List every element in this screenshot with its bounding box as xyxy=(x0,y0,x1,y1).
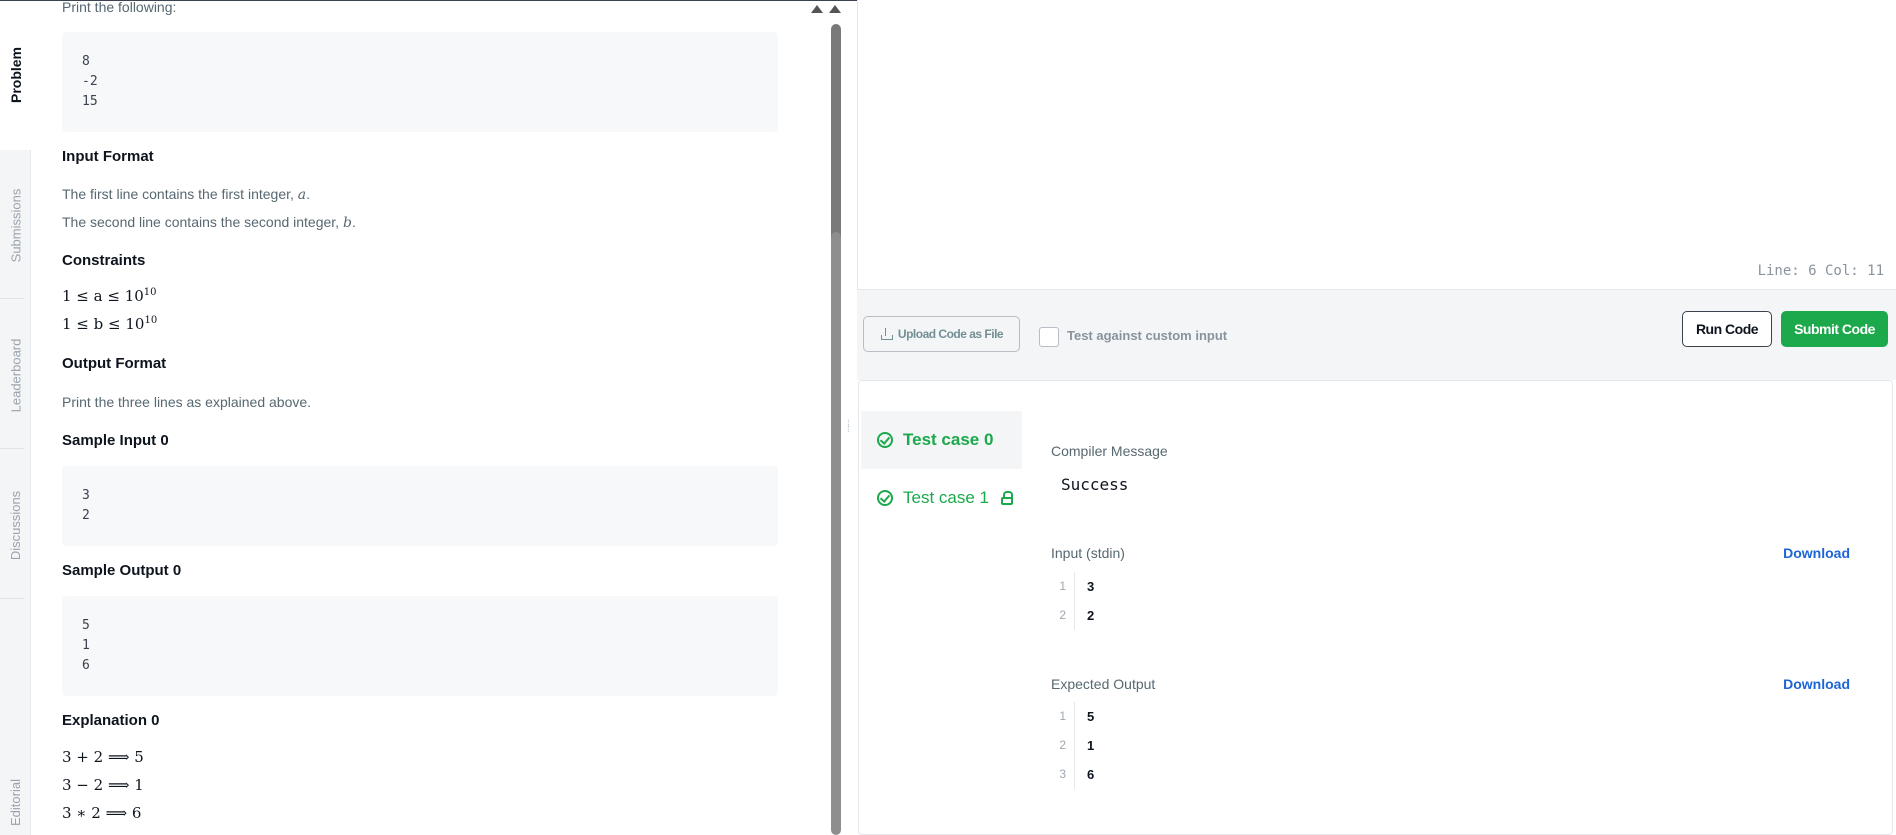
io-line: 22 xyxy=(1051,601,1851,630)
code-line: 2 xyxy=(82,508,90,523)
code-editor[interactable]: Line: 6 Col: 11 xyxy=(857,0,1896,290)
line-number: 2 xyxy=(1051,731,1075,760)
tab-submissions-label: Submissions xyxy=(8,188,24,262)
constraint-a: 1 ≤ a ≤ 1010 xyxy=(62,287,157,305)
input-stdin-label: Input (stdin) xyxy=(1051,545,1125,561)
code-line: 8 xyxy=(82,54,90,69)
line-number: 2 xyxy=(1051,601,1075,630)
sample-output-heading: Sample Output 0 xyxy=(62,562,182,579)
sample-input-heading: Sample Input 0 xyxy=(62,432,169,449)
output-format-text: Print the three lines as explained above… xyxy=(62,394,312,410)
resize-handle[interactable]: ⁞ ⁞ xyxy=(847,420,853,452)
tab-submissions[interactable]: Submissions xyxy=(0,150,31,300)
input-format-heading: Input Format xyxy=(62,148,154,165)
line-value: 5 xyxy=(1087,709,1095,724)
input-stdin-block: 13 22 xyxy=(1051,572,1851,630)
expected-output-block: 15 21 36 xyxy=(1051,702,1851,789)
scrollbar-thumb[interactable] xyxy=(831,232,841,835)
editor-toolbar: Upload Code as File Test against custom … xyxy=(857,290,1896,380)
code-line: 5 xyxy=(82,618,90,633)
upload-code-button[interactable]: Upload Code as File xyxy=(863,316,1020,352)
expected-output-label: Expected Output xyxy=(1051,676,1156,692)
input-format-line1: The first line contains the first intege… xyxy=(62,186,311,203)
tab-editorial-label: Editorial xyxy=(8,779,23,826)
code-line: 1 xyxy=(82,638,90,653)
explanation-line: 3 + 2 ⟹ 5 xyxy=(62,748,144,766)
test-case-label: Test case 0 xyxy=(903,430,994,449)
constraint-a-text: 1 ≤ a ≤ 10 xyxy=(62,287,144,305)
tab-editorial[interactable]: Editorial xyxy=(0,770,31,835)
check-circle-icon xyxy=(877,432,893,448)
input-format-line2: The second line contains the second inte… xyxy=(62,214,356,231)
print-block: 8 -2 15 xyxy=(62,32,778,132)
tab-leaderboard[interactable]: Leaderboard xyxy=(0,300,31,450)
line-number: 1 xyxy=(1051,702,1075,731)
tab-leaderboard-label: Leaderboard xyxy=(8,338,24,412)
input-download-link[interactable]: Download xyxy=(1783,545,1850,561)
constraint-b-exp: 10 xyxy=(144,315,158,326)
compiler-message-label: Compiler Message xyxy=(1051,443,1168,459)
code-line: 15 xyxy=(82,94,98,109)
constraint-b-text: 1 ≤ b ≤ 10 xyxy=(62,315,145,333)
scroll-up-arrow-icon[interactable] xyxy=(829,5,841,13)
io-line: 21 xyxy=(1051,731,1851,760)
tab-test-case-0[interactable]: Test case 0 xyxy=(861,411,1022,469)
io-line: 15 xyxy=(1051,702,1851,731)
custom-input-label[interactable]: Test against custom input xyxy=(1067,328,1227,343)
tab-problem-label: Problem xyxy=(7,46,24,104)
explanation-heading: Explanation 0 xyxy=(62,712,160,729)
expected-download-link[interactable]: Download xyxy=(1783,676,1850,692)
code-line: 6 xyxy=(82,658,90,673)
upload-code-label: Upload Code as File xyxy=(897,327,1004,341)
explanation-line: 3 ∗ 2 ⟹ 6 xyxy=(62,804,142,822)
code-line: 3 xyxy=(82,488,90,503)
line-number: 1 xyxy=(1051,572,1075,601)
rail-divider xyxy=(0,298,24,299)
constraint-b: 1 ≤ b ≤ 1010 xyxy=(62,315,157,333)
output-format-heading: Output Format xyxy=(62,355,167,372)
line-value: 1 xyxy=(1087,738,1095,753)
io-line: 13 xyxy=(1051,572,1851,601)
sample-output-block: 5 1 6 xyxy=(62,596,778,696)
upload-icon xyxy=(880,328,893,340)
line-value: 2 xyxy=(1087,608,1095,623)
input-line1-text: The first line contains the first intege… xyxy=(62,186,298,202)
tab-test-case-1[interactable]: Test case 1 xyxy=(861,469,1022,527)
results-panel: Test case 0 Test case 1 Compiler Message… xyxy=(858,380,1893,835)
sample-input-block: 3 2 xyxy=(62,466,778,546)
io-line: 36 xyxy=(1051,760,1851,789)
test-case-label: Test case 1 xyxy=(903,488,989,507)
line-number: 3 xyxy=(1051,760,1075,789)
custom-input-checkbox[interactable] xyxy=(1039,327,1059,347)
explanation-line: 3 − 2 ⟹ 1 xyxy=(62,776,144,794)
tab-discussions-label: Discussions xyxy=(8,490,24,560)
run-code-button[interactable]: Run Code xyxy=(1682,311,1772,347)
print-following-text: Print the following: xyxy=(62,0,177,15)
constraint-a-exp: 10 xyxy=(143,287,157,298)
tab-discussions[interactable]: Discussions xyxy=(0,450,31,600)
submit-code-button[interactable]: Submit Code xyxy=(1781,311,1888,347)
constraints-heading: Constraints xyxy=(62,252,146,269)
rail-divider xyxy=(0,448,24,449)
line-value: 3 xyxy=(1087,579,1095,594)
compiler-message: Success xyxy=(1061,475,1129,494)
input-line2-text: The second line contains the second inte… xyxy=(62,214,343,230)
tab-problem[interactable]: Problem xyxy=(0,0,31,150)
code-line: -2 xyxy=(82,74,98,89)
line-value: 6 xyxy=(1087,767,1095,782)
scroll-up-arrow-icon[interactable] xyxy=(811,5,823,13)
editor-cursor-status: Line: 6 Col: 11 xyxy=(1757,263,1884,279)
side-tab-rail: Problem Submissions Leaderboard Discussi… xyxy=(0,0,31,835)
lock-icon xyxy=(1001,491,1013,505)
check-circle-icon xyxy=(877,490,893,506)
rail-divider xyxy=(0,598,24,599)
var-a: a xyxy=(297,187,307,203)
var-b: b xyxy=(342,215,352,231)
